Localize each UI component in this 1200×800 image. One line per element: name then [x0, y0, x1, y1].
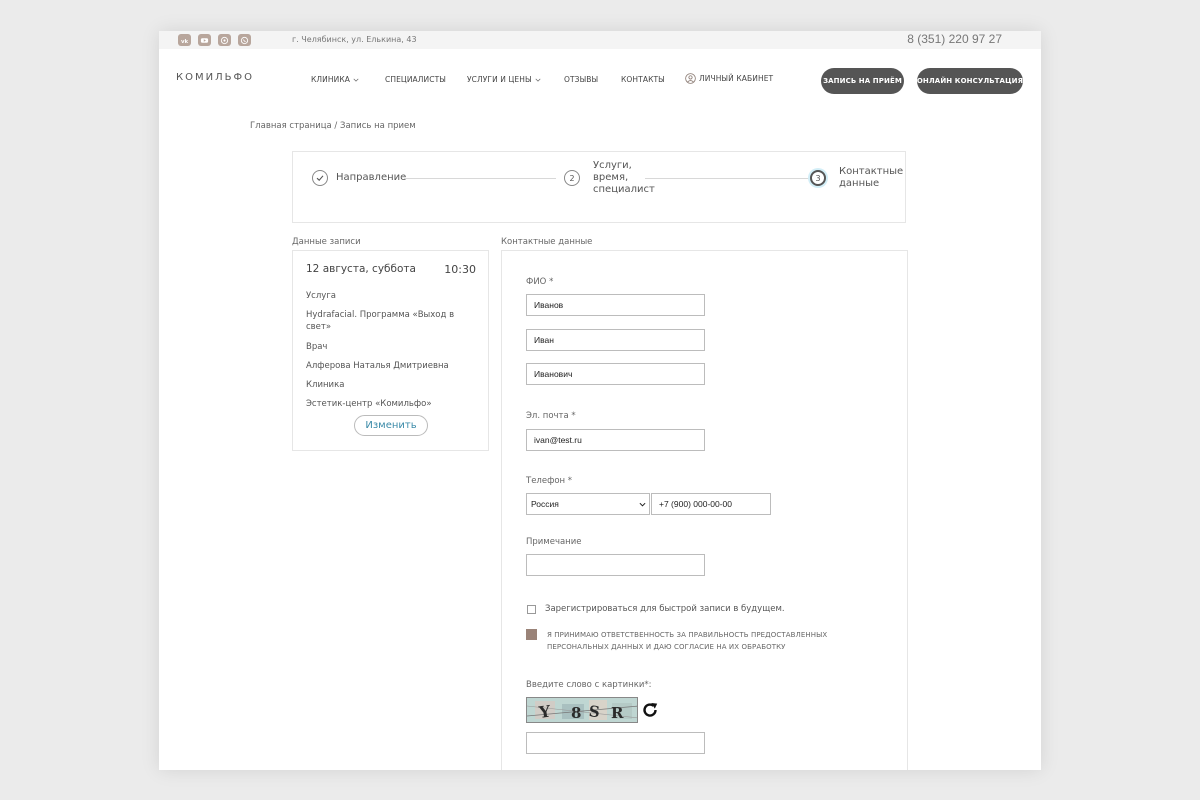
email-input[interactable]: ivan@test.ru — [526, 429, 705, 451]
step-connector — [645, 178, 809, 179]
nav-specialists-label: СПЕЦИАЛИСТЫ — [385, 75, 446, 84]
nav-cabinet[interactable]: ЛИЧНЫЙ КАБИНЕТ — [685, 73, 773, 84]
svg-text:8: 8 — [571, 704, 581, 722]
phone-label: Телефон * — [526, 476, 573, 486]
country-select[interactable]: Россия — [526, 493, 650, 515]
email-label: Эл. почта * — [526, 411, 576, 421]
whatsapp-icon[interactable] — [238, 34, 251, 46]
svg-text:S: S — [588, 702, 601, 721]
nav-contacts[interactable]: КОНТАКТЫ — [621, 75, 665, 84]
nav-clinic[interactable]: КЛИНИКА — [311, 75, 359, 84]
nav-services-label: УСЛУГИ И ЦЕНЫ — [467, 75, 532, 84]
step-1-label: Направление — [336, 172, 407, 183]
breadcrumb[interactable]: Главная страница / Запись на прием — [250, 121, 416, 131]
summary-section-title: Данные записи — [292, 237, 361, 247]
nav-contacts-label: КОНТАКТЫ — [621, 75, 665, 84]
address-text: г. Челябинск, ул. Елькина, 43 — [292, 35, 417, 44]
phone-input[interactable]: +7 (900) 000-00-00 — [651, 493, 771, 515]
consent-checkbox-label[interactable]: Я ПРИНИМАЮ ОТВЕТСТВЕННОСТЬ ЗА ПРАВИЛЬНОС… — [547, 629, 837, 653]
clinic-value: Эстетик-центр «Комильфо» — [306, 399, 432, 409]
page: vk г. Челябинск, ул. Елькина, 43 8 (351)… — [159, 31, 1041, 770]
phone-number[interactable]: 8 (351) 220 97 27 — [907, 32, 1002, 46]
booking-summary-card: 12 августа, суббота 10:30 Услуга Hydrafa… — [292, 250, 489, 451]
note-input[interactable] — [526, 554, 705, 576]
nav-cabinet-label: ЛИЧНЫЙ КАБИНЕТ — [699, 74, 774, 83]
step-2-circle: 2 — [564, 170, 580, 186]
chevron-down-icon — [639, 502, 646, 507]
nav-specialists[interactable]: СПЕЦИАЛИСТЫ — [385, 75, 446, 84]
youtube-icon[interactable] — [198, 34, 211, 46]
step-2-label-line: специалист — [593, 184, 655, 195]
nav-reviews-label: ОТЗЫВЫ — [564, 75, 599, 84]
step-3-label-line: Контактные — [839, 166, 904, 177]
top-bar: vk г. Челябинск, ул. Елькина, 43 8 (351)… — [159, 31, 1041, 49]
middle-name-input[interactable]: Иванович — [526, 363, 705, 385]
last-name-input[interactable]: Иванов — [526, 294, 705, 316]
captcha-label: Введите слово с картинки*: — [526, 680, 652, 690]
chevron-down-icon — [353, 78, 359, 82]
step-3-circle-active: 3 — [810, 170, 826, 186]
consent-checkbox[interactable] — [526, 629, 537, 640]
note-label: Примечание — [526, 537, 582, 547]
first-name-input[interactable]: Иван — [526, 329, 705, 351]
register-checkbox-label[interactable]: Зарегистрироваться для быстрой записи в … — [545, 604, 785, 614]
logo[interactable]: КОМИЛЬФО — [176, 72, 254, 83]
summary-time: 10:30 — [444, 263, 476, 276]
nav-services[interactable]: УСЛУГИ И ЦЕНЫ — [467, 75, 541, 84]
viber-icon[interactable] — [218, 34, 231, 46]
step-connector — [404, 178, 556, 179]
book-appointment-button[interactable]: ЗАПИСЬ НА ПРИЁМ — [821, 68, 904, 94]
captcha-input[interactable] — [526, 732, 705, 754]
booking-stepper: Направление 2 Услуги, время, специалист … — [292, 151, 906, 223]
chevron-down-icon — [535, 78, 541, 82]
svg-text:vk: vk — [181, 38, 189, 44]
captcha-picture: Y 8 S R — [527, 698, 637, 722]
service-value: Hydrafacial. Программа «Выход в свет» — [306, 310, 455, 332]
doctor-value: Алферова Наталья Дмитриевна — [306, 361, 449, 371]
register-checkbox[interactable] — [527, 605, 536, 614]
clinic-label: Клиника — [306, 380, 345, 390]
fio-label: ФИО * — [526, 277, 554, 287]
step-1-check-icon — [312, 170, 328, 186]
nav-clinic-label: КЛИНИКА — [311, 75, 350, 84]
captcha-image: Y 8 S R — [526, 697, 638, 723]
edit-booking-button[interactable]: Изменить — [354, 415, 428, 436]
step-2-label-line: Услуги, — [593, 160, 632, 171]
refresh-captcha-icon[interactable] — [640, 700, 660, 720]
nav-reviews[interactable]: ОТЗЫВЫ — [564, 75, 598, 84]
doctor-label: Врач — [306, 342, 328, 352]
online-consultation-button[interactable]: ОНЛАЙН КОНСУЛЬТАЦИЯ — [917, 68, 1023, 94]
contact-section-title: Контактные данные — [501, 237, 593, 247]
svg-text:R: R — [611, 704, 624, 722]
country-select-value: Россия — [531, 499, 559, 509]
summary-date: 12 августа, суббота — [306, 263, 416, 275]
vk-icon[interactable]: vk — [178, 34, 191, 46]
step-3-label: Контактные данные — [839, 166, 903, 190]
header: КОМИЛЬФО КЛИНИКА СПЕЦИАЛИСТЫ УСЛУГИ И ЦЕ… — [159, 49, 1041, 111]
service-label: Услуга — [306, 291, 336, 301]
step-3-label-line: данные — [839, 178, 880, 189]
user-icon — [685, 73, 696, 84]
contact-form: ФИО * Иванов Иван Иванович Эл. почта * i… — [501, 250, 908, 770]
